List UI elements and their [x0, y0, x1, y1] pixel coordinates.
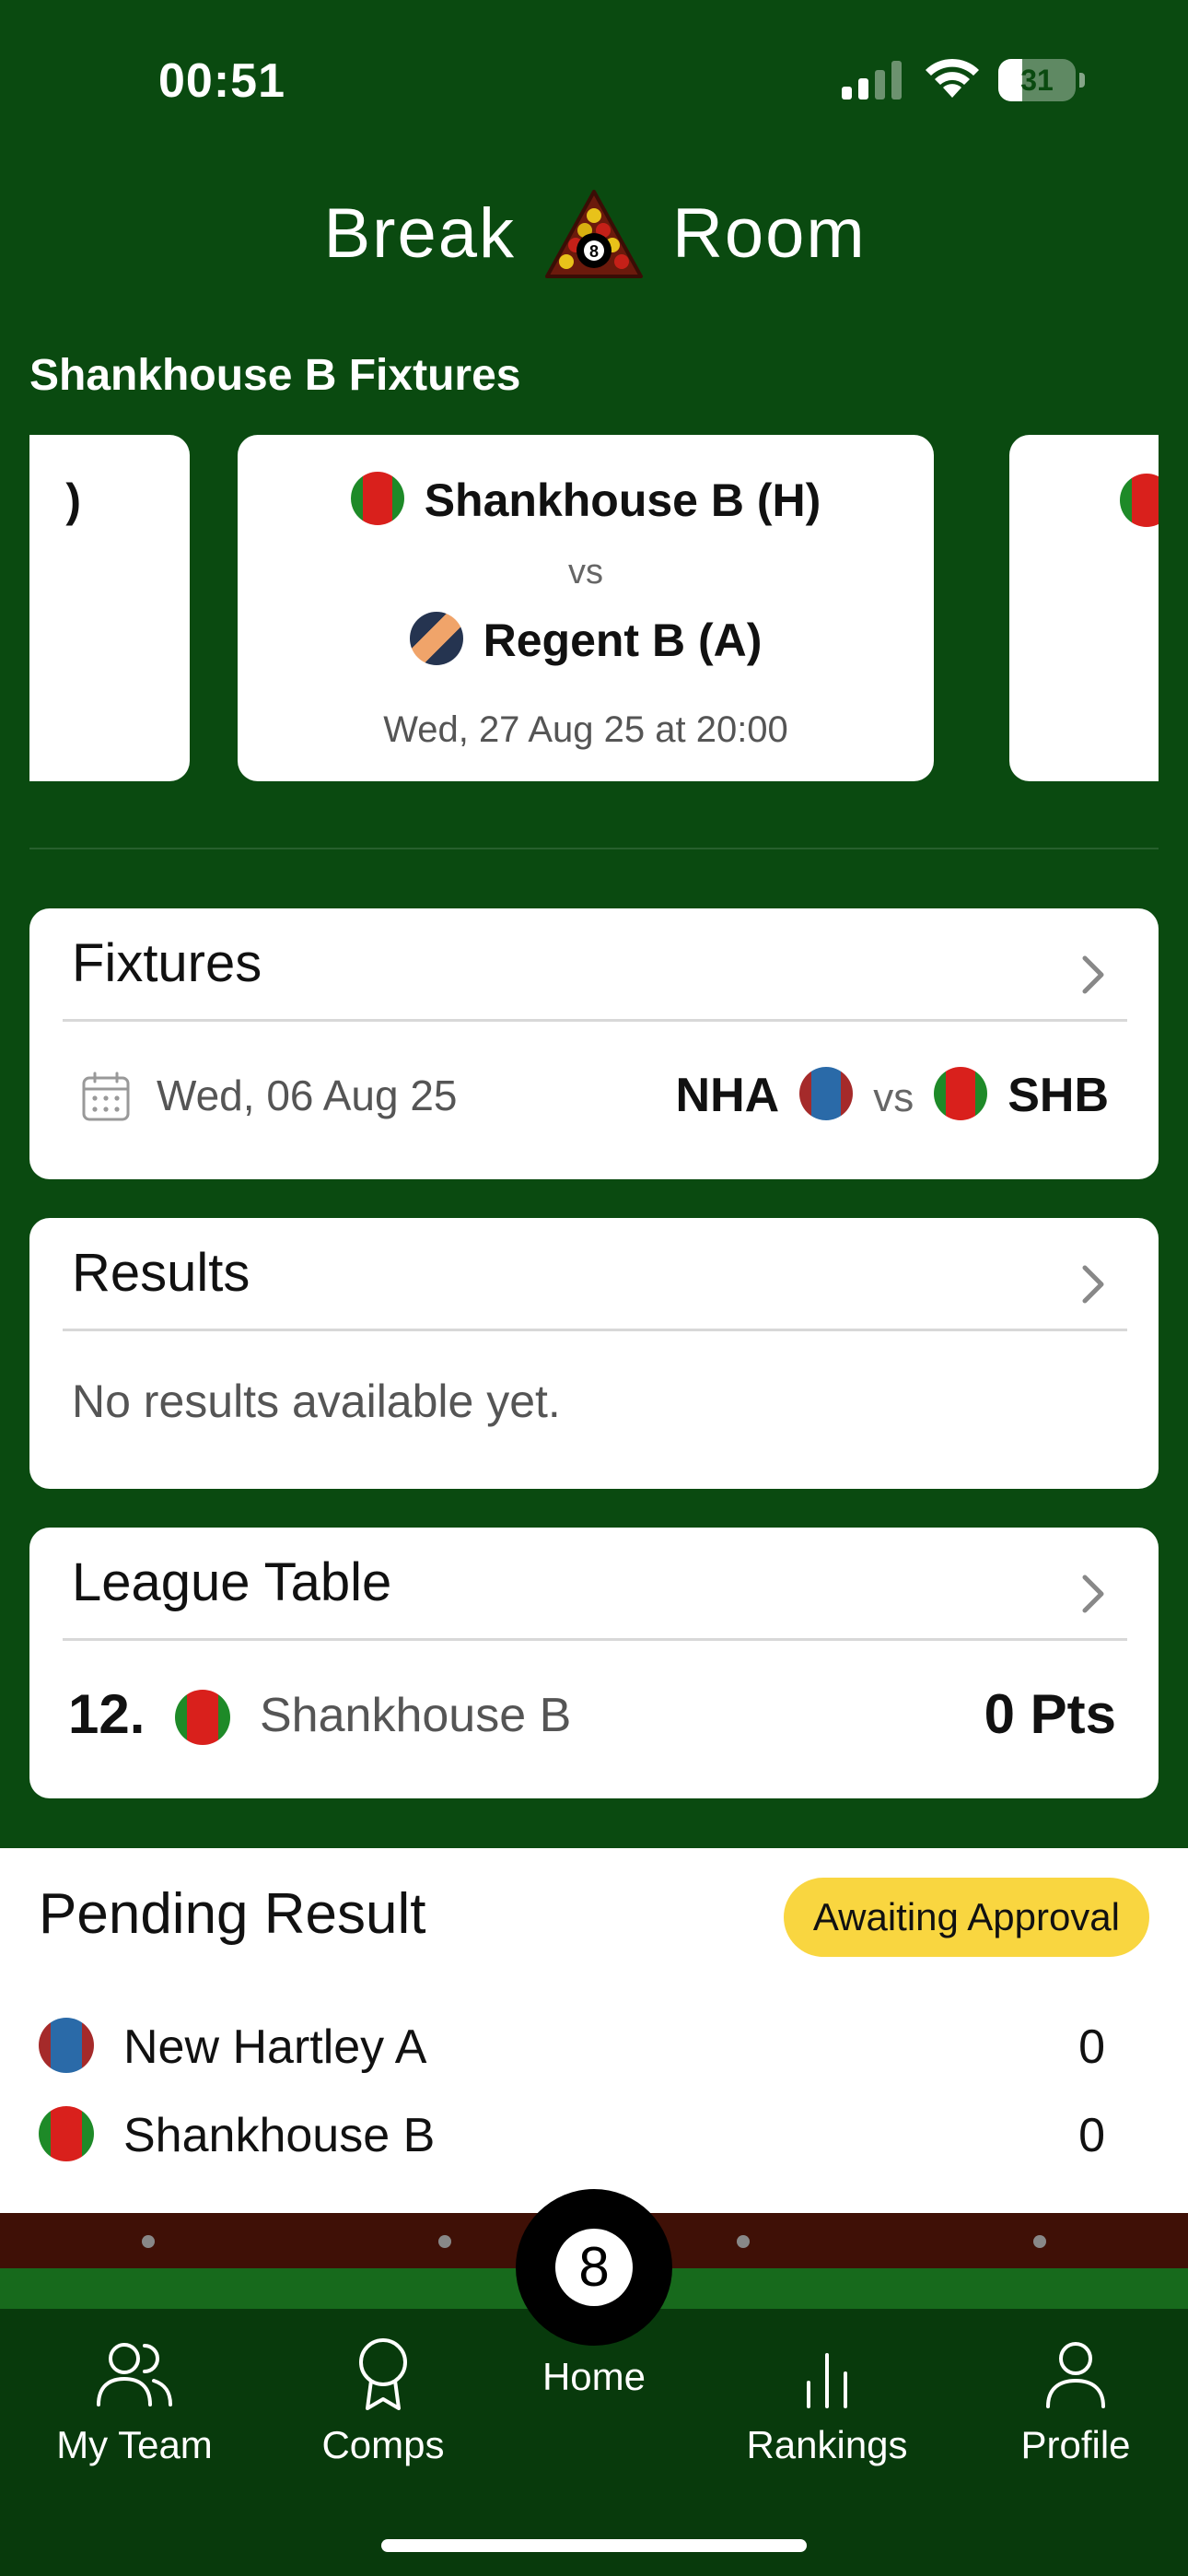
league-table-heading: League Table — [72, 1552, 392, 1612]
pending-team-score: 0 — [1078, 2020, 1105, 2074]
bar-chart-icon — [807, 2353, 847, 2408]
section-divider — [29, 848, 1159, 849]
tab-label: Profile — [1020, 2423, 1131, 2466]
league-position: 12. — [68, 1683, 146, 1745]
user-icon — [1046, 2342, 1105, 2408]
next-fixture-date: Wed, 06 Aug 25 — [157, 1071, 458, 1119]
new-hartley-badge-icon — [39, 2018, 94, 2073]
shankhouse-badge-icon — [1120, 474, 1159, 527]
fixture-card-previous-text: ) — [65, 474, 81, 526]
fixture-away-row: Regent B (A) — [238, 612, 934, 667]
fixtures-card[interactable]: Fixtures Wed, 06 Aug 25 NHA vs SHB — [29, 908, 1159, 1179]
wifi-icon — [926, 58, 979, 98]
fixture-card-next[interactable] — [1009, 435, 1159, 781]
calendar-icon — [82, 1071, 130, 1121]
card-divider — [63, 1329, 1127, 1331]
home-indicator[interactable] — [381, 2539, 807, 2552]
card-divider — [63, 1019, 1127, 1022]
logo-text-left: Break — [323, 194, 516, 273]
tab-label: Rankings — [746, 2423, 908, 2466]
tab-my-team[interactable]: My Team — [33, 2336, 236, 2502]
pending-result-title: Pending Result — [39, 1882, 426, 1946]
cellular-signal-icon — [842, 61, 902, 100]
shankhouse-badge-icon — [934, 1067, 988, 1120]
chevron-right-icon[interactable] — [1079, 1572, 1107, 1616]
tab-home-label[interactable]: Home — [502, 2355, 686, 2399]
rail-diamond — [142, 2235, 155, 2248]
tab-comps[interactable]: Comps — [282, 2336, 484, 2502]
next-fixture-home-code: NHA — [675, 1069, 780, 1122]
league-points: 0 Pts — [984, 1683, 1116, 1745]
pending-row: Shankhouse B 0 — [0, 2102, 1188, 2167]
fixture-vs: vs — [568, 553, 603, 591]
chevron-right-icon[interactable] — [1079, 1262, 1107, 1306]
pending-team-name: New Hartley A — [123, 2020, 427, 2074]
award-icon — [359, 2338, 407, 2410]
tab-rankings[interactable]: Rankings — [726, 2336, 928, 2502]
pending-team-score: 0 — [1078, 2109, 1105, 2162]
tab-label: My Team — [56, 2423, 213, 2466]
next-fixture-away-code: SHB — [1007, 1069, 1109, 1122]
logo-ball-number: 8 — [589, 242, 599, 261]
regent-badge-icon — [409, 612, 463, 665]
fixture-date: Wed, 27 Aug 25 at 20:00 — [383, 709, 788, 750]
next-fixture-teams: NHA vs SHB — [676, 1067, 1109, 1123]
fixture-card-current[interactable]: Shankhouse B (H) vs Regent B (A) Wed, 27… — [238, 435, 934, 781]
fixtures-heading: Fixtures — [72, 933, 262, 993]
tab-bar: My Team Comps Rankings Profile — [0, 2309, 1188, 2576]
rail-diamond — [737, 2235, 750, 2248]
rail-diamond — [1033, 2235, 1046, 2248]
chevron-right-icon[interactable] — [1079, 953, 1107, 997]
fixtures-carousel[interactable]: ) Shankhouse B (H) vs Regent B (A) Wed, … — [29, 433, 1159, 783]
status-bar: 00:51 31 — [0, 0, 1188, 166]
fixture-home-row: Shankhouse B (H) — [238, 472, 934, 527]
results-empty-text: No results available yet. — [72, 1376, 561, 1427]
status-time: 00:51 — [158, 54, 285, 108]
results-heading: Results — [72, 1243, 250, 1303]
next-fixture-vs: vs — [873, 1075, 914, 1120]
shankhouse-badge-icon — [175, 1690, 230, 1745]
battery-icon: 31 — [998, 59, 1085, 101]
logo-text-right: Room — [672, 194, 867, 273]
status-badge: Awaiting Approval — [783, 1878, 1149, 1957]
shankhouse-badge-icon — [39, 2106, 94, 2161]
fixtures-carousel-title: Shankhouse B Fixtures — [29, 351, 521, 400]
new-hartley-badge-icon — [799, 1067, 854, 1120]
card-divider — [63, 1638, 1127, 1641]
pending-result-panel[interactable]: Pending Result Awaiting Approval New Har… — [0, 1848, 1188, 2213]
league-team-name: Shankhouse B — [260, 1689, 572, 1742]
home-eight-ball-button[interactable]: 8 — [516, 2189, 672, 2346]
rail-diamond — [438, 2235, 451, 2248]
eight-ball-icon: 8 — [555, 2229, 633, 2306]
fixture-card-previous[interactable]: ) — [29, 435, 190, 781]
pending-team-name: Shankhouse B — [123, 2109, 436, 2162]
app-logo: Break 8 Room — [0, 175, 1188, 286]
tab-profile[interactable]: Profile — [974, 2336, 1177, 2502]
users-icon — [97, 2343, 172, 2406]
tab-label: Comps — [321, 2423, 445, 2466]
shankhouse-badge-icon — [350, 472, 404, 525]
results-card[interactable]: Results No results available yet. — [29, 1218, 1159, 1489]
fixture-away-team: Regent B (A) — [483, 615, 763, 666]
league-table-card[interactable]: League Table 12. Shankhouse B 0 Pts — [29, 1528, 1159, 1798]
battery-percent: 31 — [1020, 64, 1054, 97]
pending-row: New Hartley A 0 — [0, 2014, 1188, 2078]
fixture-home-team: Shankhouse B (H) — [424, 474, 821, 526]
pool-rack-icon: 8 — [545, 190, 643, 278]
